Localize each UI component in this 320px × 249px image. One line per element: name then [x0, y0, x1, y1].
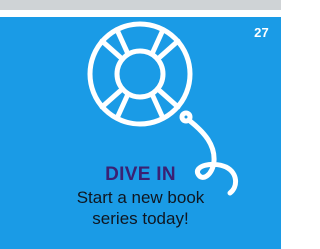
tagline-line-2: series today! — [92, 209, 189, 228]
tagline: Start a new book series today! — [0, 187, 281, 229]
promo-panel: 27 DIVE IN Start a new book series today… — [0, 17, 281, 249]
promo-card: 27 DIVE IN Start a new book series today… — [0, 0, 281, 249]
top-band — [0, 0, 281, 10]
tagline-line-1: Start a new book — [76, 188, 205, 207]
headline: DIVE IN — [105, 164, 176, 185]
